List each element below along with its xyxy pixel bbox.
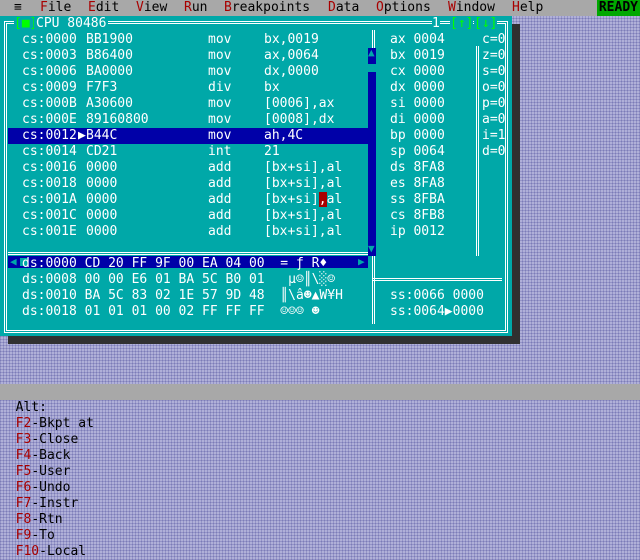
menu-window[interactable]: Window [448, 0, 495, 16]
zoom-up-icon[interactable]: [↑] [450, 16, 474, 32]
code-row[interactable]: cs:000E 89160800 mov [0008],dx [8, 112, 368, 128]
dump-row[interactable]: ds:0008 00 00 E6 01 BA 5C B0 01 µ☺║\░☺ [22, 272, 335, 288]
scroll-left-arrow-icon[interactable]: ◀ [10, 256, 17, 267]
text-cursor: , [318, 192, 327, 207]
code-row[interactable]: cs:001A 0000 add [bx+si],al [8, 192, 368, 208]
scroll-right-arrow-icon[interactable]: ▶ [358, 256, 365, 267]
cpu-window-title: CPU 80486 [34, 16, 109, 32]
register-flags-divider[interactable] [476, 46, 479, 256]
register-row[interactable]: dx 0000 [390, 80, 445, 96]
register-row[interactable]: ip 0012 [390, 224, 445, 240]
code-row[interactable]: cs:0009 F7F3 div bx [8, 80, 368, 96]
register-row[interactable]: bp 0000 [390, 128, 445, 144]
register-row[interactable]: es 8FA8 [390, 176, 445, 192]
register-row[interactable]: ax 0004 [390, 32, 445, 48]
register-row[interactable]: ss 8FBA [390, 192, 445, 208]
hotkey-undo[interactable]: F6-Undo [16, 480, 71, 495]
code-dump-divider[interactable] [8, 252, 374, 255]
hotkey-rtn[interactable]: F8-Rtn [16, 512, 63, 527]
scroll-thumb[interactable] [368, 64, 376, 72]
flag-row[interactable]: d=0 [482, 144, 505, 160]
code-row[interactable]: cs:0006 BA0000 mov dx,0000 [8, 64, 368, 80]
status-bar: Alt: F2-Bkpt at F3-Close F4-Back F5-User… [0, 384, 640, 559]
register-row[interactable]: di 0000 [390, 112, 445, 128]
menu-help[interactable]: Help [512, 0, 543, 16]
register-row[interactable]: ds 8FA8 [390, 160, 445, 176]
dump-row[interactable]: ds:0000 CD 20 FF 9F 00 EA 04 00 = ƒ R♦ [22, 256, 327, 272]
flag-row[interactable]: a=0 [482, 112, 505, 128]
code-row[interactable]: cs:000B A30600 mov [0006],ax [8, 96, 368, 112]
register-row[interactable]: cs 8FB8 [390, 208, 445, 224]
code-row[interactable]: cs:001C 0000 add [bx+si],al [8, 208, 368, 224]
code-row[interactable]: cs:0016 0000 add [bx+si],al [8, 160, 368, 176]
window-number: 1 [432, 16, 440, 32]
stack-pointer-marker-icon: ▶ [444, 304, 453, 319]
hotkey-back[interactable]: F4-Back [16, 448, 71, 463]
hotkey-local[interactable]: F10-Local [16, 544, 86, 559]
menu-options[interactable]: Options [376, 0, 431, 16]
system-menu-icon[interactable]: ≡ [14, 0, 22, 16]
code-row[interactable]: cs:0003 B86400 mov ax,0064 [8, 48, 368, 64]
dump-row[interactable]: ds:0010 BA 5C 83 02 1E 57 9D 48 ║\â☻▲W¥H [22, 288, 343, 304]
menu-file[interactable]: File [40, 0, 71, 16]
window-shadow-right [512, 24, 520, 344]
hotkey-close[interactable]: F3-Close [16, 432, 79, 447]
flag-row[interactable]: c=0 [482, 32, 505, 48]
menu-run[interactable]: Run [184, 0, 207, 16]
menu-edit[interactable]: Edit [88, 0, 119, 16]
hotkey-to[interactable]: F9-To [16, 528, 55, 543]
stack-row[interactable]: ss:0064▶0000 [390, 304, 484, 320]
code-vertical-scrollbar[interactable]: ▲ ▼ [368, 47, 376, 256]
flag-row[interactable]: i=1 [482, 128, 505, 144]
flag-row[interactable]: z=0 [482, 48, 505, 64]
code-row[interactable]: cs:001E 0000 add [bx+si],al [8, 224, 368, 240]
menu-bar: ≡ File Edit View Run Breakpoints Data Op… [0, 0, 640, 16]
register-row[interactable]: cx 0000 [390, 64, 445, 80]
hotkey-bkpt-at[interactable]: F2-Bkpt at [16, 416, 94, 431]
dump-row[interactable]: ds:0018 01 01 01 00 02 FF FF FF ☺☺☺ ☻ [22, 304, 319, 320]
window-shadow-bottom [8, 336, 520, 344]
dump-stack-divider[interactable] [372, 252, 375, 324]
register-row[interactable]: sp 0064 [390, 144, 445, 160]
register-row[interactable]: bx 0019 [390, 48, 445, 64]
flag-row[interactable]: o=0 [482, 80, 505, 96]
hotkey-instr[interactable]: F7-Instr [16, 496, 79, 511]
current-ip-marker-icon: ▶ [78, 128, 86, 143]
code-row[interactable]: cs:0000 BB1900 mov bx,0019 [8, 32, 368, 48]
cpu-window[interactable]: [■] CPU 80486 1 [↑] [↓] cs:0000 BB1900 mov… [0, 16, 512, 336]
zoom-down-icon[interactable]: [↓] [474, 16, 498, 32]
register-stack-divider[interactable] [372, 278, 502, 281]
code-row[interactable]: cs:0018 0000 add [bx+si],al [8, 176, 368, 192]
flag-row[interactable]: p=0 [482, 96, 505, 112]
scroll-up-arrow-icon[interactable]: ▲ [368, 47, 375, 58]
menu-data[interactable]: Data [328, 0, 359, 16]
register-row[interactable]: si 0000 [390, 96, 445, 112]
scroll-down-arrow-icon[interactable]: ▼ [368, 243, 375, 254]
current-instruction-row[interactable]: cs:0012 ▶ B44C mov ah,4C [8, 128, 368, 144]
stack-row[interactable]: ss:0066 0000 [390, 288, 484, 304]
hotkey-user[interactable]: F5-User [16, 464, 71, 479]
cpu-window-title-bar[interactable]: [■] CPU 80486 1 [↑] [↓] [0, 16, 512, 32]
code-row[interactable]: cs:0014 CD21 int 21 [8, 144, 368, 160]
menu-breakpoints[interactable]: Breakpoints [224, 0, 310, 16]
ready-indicator: READY [596, 0, 640, 16]
menu-view[interactable]: View [136, 0, 167, 16]
status-prefix: Alt: [15, 400, 47, 415]
flag-row[interactable]: s=0 [482, 64, 505, 80]
